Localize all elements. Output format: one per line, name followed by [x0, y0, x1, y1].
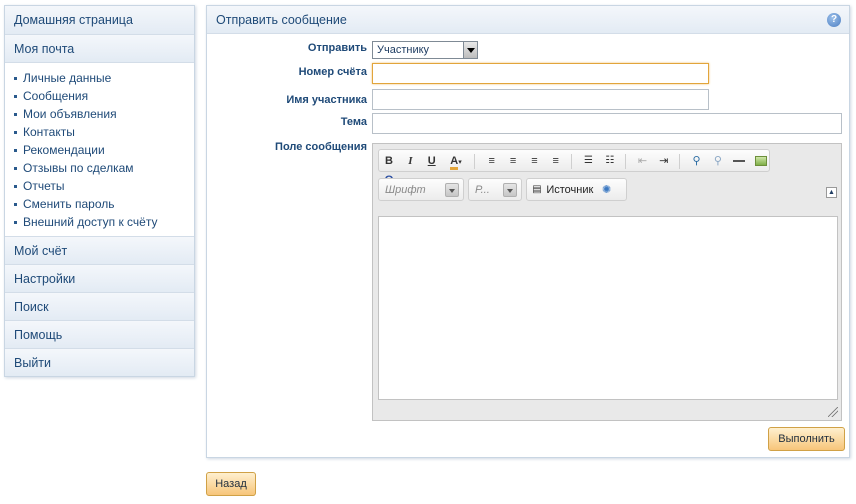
- submenu-item-deal-reviews[interactable]: Отзывы по сделкам: [14, 159, 194, 177]
- member-name-input[interactable]: [372, 89, 709, 110]
- underline-icon[interactable]: U: [424, 153, 440, 169]
- message-body-area[interactable]: [378, 216, 838, 400]
- submenu-item-change-password[interactable]: Сменить пароль: [14, 195, 194, 213]
- submenu-item-reports[interactable]: Отчеты: [14, 177, 194, 195]
- message-label: Поле сообщения: [275, 141, 367, 153]
- send-message-panel: Отправить сообщение ? Отправить Участник…: [206, 5, 850, 458]
- source-button[interactable]: ▤ Источник ✺: [526, 178, 627, 201]
- submenu-item-contacts[interactable]: Контакты: [14, 123, 194, 141]
- align-right-icon[interactable]: ≡: [526, 153, 542, 169]
- sidebar-item-settings[interactable]: Настройки: [5, 264, 194, 292]
- sidebar-item-mail[interactable]: Моя почта: [5, 34, 194, 62]
- resize-handle-icon[interactable]: [828, 407, 838, 417]
- subject-label: Тема: [340, 116, 367, 128]
- bold-icon[interactable]: B: [381, 153, 397, 169]
- editor-toolbar: B I U A▾ ≡ ≡ ≡ ≡ ☰ ☷ ⇤ ⇥ ⚲ ⚲ Ω: [378, 149, 770, 186]
- panel-header: Отправить сообщение ?: [207, 6, 849, 34]
- align-left-icon[interactable]: ≡: [484, 153, 500, 169]
- collapse-toolbar-icon[interactable]: ▲: [826, 187, 837, 198]
- indent-icon[interactable]: ⇥: [656, 153, 672, 169]
- account-number-input[interactable]: [372, 63, 709, 84]
- sidebar-item-search[interactable]: Поиск: [5, 292, 194, 320]
- document-icon: ▤: [532, 184, 542, 195]
- submenu-item-external-access[interactable]: Внешний доступ к счёту: [14, 213, 194, 231]
- back-button[interactable]: Назад: [206, 472, 256, 496]
- help-icon[interactable]: ?: [827, 13, 841, 27]
- numbered-list-icon[interactable]: ☰: [580, 153, 596, 169]
- chevron-down-icon: [445, 183, 459, 197]
- toolbar-separator: [625, 154, 627, 169]
- submenu-item-my-ads[interactable]: Мои объявления: [14, 105, 194, 123]
- find-icon[interactable]: ⚲: [689, 153, 705, 169]
- source-label: Источник: [546, 184, 594, 196]
- font-family-placeholder: Шрифт: [385, 184, 426, 196]
- image-icon[interactable]: [753, 153, 769, 169]
- sidebar-item-home[interactable]: Домашняя страница: [5, 6, 194, 34]
- chevron-down-icon: [463, 42, 477, 58]
- globe-icon: ✺: [602, 184, 612, 196]
- font-family-select[interactable]: Шрифт: [378, 178, 464, 201]
- account-number-label: Номер счёта: [298, 66, 367, 78]
- align-center-icon[interactable]: ≡: [505, 153, 521, 169]
- sidebar-item-logout[interactable]: Выйти: [5, 348, 194, 376]
- submenu-item-recommendations[interactable]: Рекомендации: [14, 141, 194, 159]
- submit-button[interactable]: Выполнить: [768, 427, 845, 451]
- panel-title: Отправить сообщение: [216, 13, 347, 27]
- submenu-item-messages[interactable]: Сообщения: [14, 87, 194, 105]
- align-justify-icon[interactable]: ≡: [548, 153, 564, 169]
- font-size-select[interactable]: Р...: [468, 178, 522, 201]
- sidebar-item-account[interactable]: Мой счёт: [5, 236, 194, 264]
- member-name-label: Имя участника: [286, 94, 367, 106]
- rich-text-editor: B I U A▾ ≡ ≡ ≡ ≡ ☰ ☷ ⇤ ⇥ ⚲ ⚲ Ω Шрифт: [372, 143, 842, 421]
- chevron-down-icon: [503, 183, 517, 197]
- toolbar-separator: [571, 154, 573, 169]
- text-color-icon[interactable]: A▾: [445, 153, 467, 170]
- replace-icon[interactable]: ⚲: [710, 153, 726, 169]
- send-to-value: Участнику: [377, 44, 430, 56]
- outdent-icon[interactable]: ⇤: [634, 153, 650, 169]
- font-size-placeholder: Р...: [475, 184, 490, 196]
- sidebar: Домашняя страница Моя почта Личные данны…: [4, 5, 195, 377]
- toolbar-separator: [679, 154, 681, 169]
- sidebar-item-help[interactable]: Помощь: [5, 320, 194, 348]
- bullet-list-icon[interactable]: ☷: [602, 153, 618, 169]
- subject-input[interactable]: [372, 113, 842, 134]
- italic-icon[interactable]: I: [402, 153, 418, 169]
- toolbar-separator: [474, 154, 476, 169]
- mail-submenu: Личные данные Сообщения Мои объявления К…: [5, 62, 194, 236]
- submenu-item-personal-data[interactable]: Личные данные: [14, 69, 194, 87]
- send-to-label: Отправить: [307, 42, 367, 54]
- horizontal-rule-icon[interactable]: [731, 153, 747, 169]
- send-to-select[interactable]: Участнику: [372, 41, 478, 59]
